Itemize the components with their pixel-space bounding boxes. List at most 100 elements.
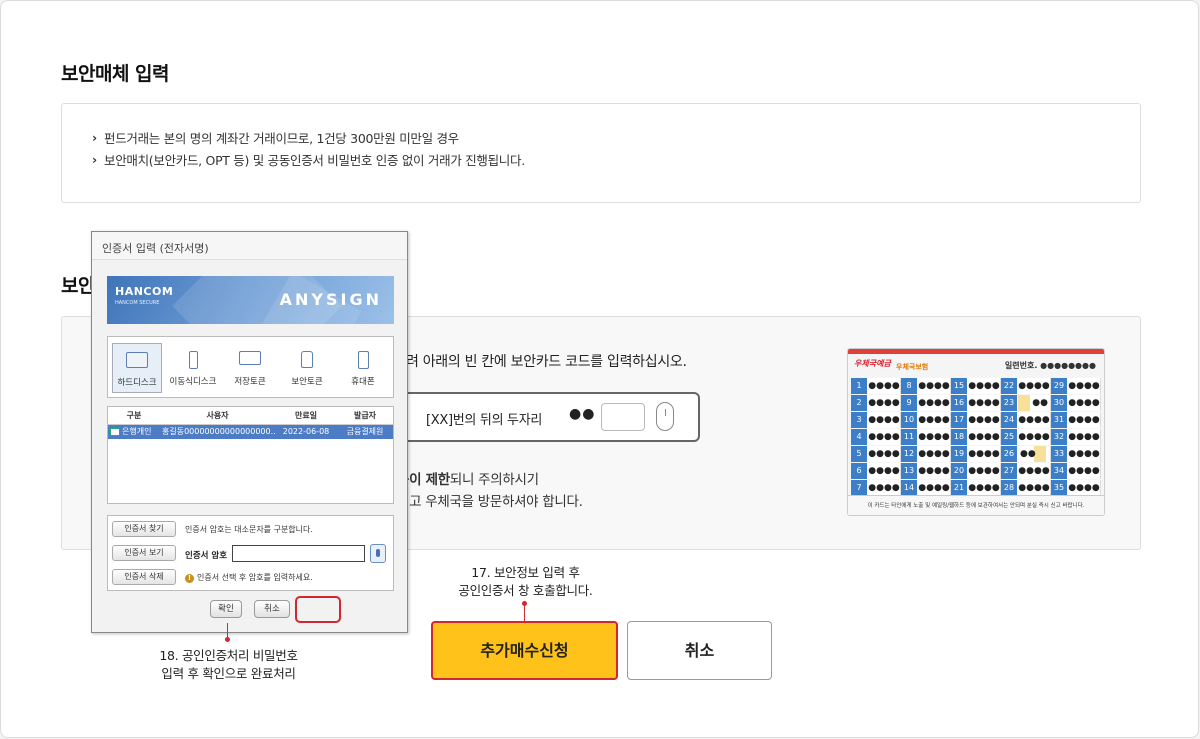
- card-cell-number: 3: [851, 412, 868, 428]
- table-row[interactable]: 은행개인 홍길동00000000000000000.. 2022-06-08 금…: [108, 424, 393, 439]
- card-cell-number: 23: [1001, 395, 1018, 411]
- card-cell: 14 ●●●●: [901, 480, 951, 496]
- certificate-actions: 인증서 찾기 인증서 암호는 대소문자를 구분합니다. 인증서 보기 인증서 암…: [107, 515, 394, 591]
- card-cell: 4 ●●●●: [851, 429, 901, 445]
- ok-highlight: [295, 596, 341, 623]
- card-cell-code: ●●●●: [968, 378, 1001, 394]
- card-cell: 33 ●●●●: [1051, 446, 1101, 462]
- token-icon: [239, 351, 261, 365]
- card-cell: 23 ●●: [1001, 395, 1051, 411]
- warning-line-1: 용이 제한되니 주의하시기: [397, 472, 539, 488]
- card-cell-code: ●●●●: [1068, 446, 1101, 462]
- security-token-icon: [301, 351, 313, 368]
- card-cell-code: ●●●●: [868, 446, 901, 462]
- card-cell: 11 ●●●●: [901, 429, 951, 445]
- card-cell-number: 14: [901, 480, 918, 496]
- card-cell-code: ●●●●: [868, 429, 901, 445]
- card-cell-code: ●●●●: [1018, 378, 1051, 394]
- card-cell: 7 ●●●●: [851, 480, 901, 496]
- certificate-list: 구분 사용자 만료일 발급자 은행개인 홍길동00000000000000000…: [107, 406, 394, 504]
- card-cell-number: 11: [901, 429, 918, 445]
- card-cell-number: 26: [1001, 446, 1018, 462]
- card-serial: 일련번호. ●●●●●●●●: [1004, 361, 1096, 370]
- card-cell-number: 34: [1051, 463, 1068, 479]
- card-cell-number: 12: [901, 446, 918, 462]
- card-cell: 5 ●●●●: [851, 446, 901, 462]
- card-cell-number: 8: [901, 378, 918, 394]
- card-cell-code: ●●●●: [868, 395, 901, 411]
- card-cell-number: 6: [851, 463, 868, 479]
- card-cell-number: 2: [851, 395, 868, 411]
- card-cell-code: ●●●●: [918, 378, 951, 394]
- certificate-icon: [110, 427, 120, 436]
- card-cell-number: 19: [951, 446, 968, 462]
- card-cell-number: 20: [951, 463, 968, 479]
- cancel-button[interactable]: 취소: [627, 621, 772, 680]
- media-hard-disk[interactable]: 하드디스크: [112, 343, 162, 393]
- hancom-logo-sub: HANCOM SECURE: [115, 300, 160, 306]
- media-storage-token[interactable]: 저장토큰: [225, 343, 275, 393]
- card-cell-number: 21: [951, 480, 968, 496]
- mouse-input-icon[interactable]: [656, 402, 674, 431]
- ok-button[interactable]: 확인: [210, 600, 242, 618]
- code-input[interactable]: [601, 403, 645, 431]
- card-cell: 24 ●●●●: [1001, 412, 1051, 428]
- card-cell-code: ●●●●: [968, 395, 1001, 411]
- delete-certificate-button[interactable]: 인증서 삭제: [112, 569, 176, 585]
- card-cell: 12 ●●●●: [901, 446, 951, 462]
- card-logo-insurance: 우체국보험: [896, 363, 929, 371]
- card-cell: 15 ●●●●: [951, 378, 1001, 394]
- card-cell-number: 31: [1051, 412, 1068, 428]
- card-cell-code: ●●●●: [1018, 429, 1051, 445]
- card-cell-code: ●●●●: [1018, 412, 1051, 428]
- card-cell-number: 9: [901, 395, 918, 411]
- card-cell-code: ●●●●: [918, 463, 951, 479]
- password-input[interactable]: [232, 545, 365, 562]
- find-certificate-button[interactable]: 인증서 찾기: [112, 521, 176, 537]
- code-masked-dots: ●●: [569, 406, 596, 422]
- mouse-keypad-icon[interactable]: [370, 544, 386, 563]
- media-removable-disk[interactable]: 이동식디스크: [168, 343, 218, 393]
- card-cell-code: ●●●●: [1068, 412, 1101, 428]
- card-instruction: 려 아래의 빈 칸에 보안카드 코드를 입력하십시오.: [406, 354, 687, 370]
- card-cell: 29 ●●●●: [1051, 378, 1101, 394]
- section-title-security-media: 보안매체 입력: [61, 63, 170, 85]
- card-cell: 32 ●●●●: [1051, 429, 1101, 445]
- card-cell-code: ●●●●: [968, 446, 1001, 462]
- card-cell-code: ●●●●: [1068, 463, 1101, 479]
- card-cell-code: ●●●●: [918, 429, 951, 445]
- col-type: 구분: [108, 407, 160, 425]
- page: 보안매체 입력 펀드거래는 본의 명의 계좌간 거래이므로, 1건당 300만원…: [0, 0, 1199, 738]
- callout-18-dot: [225, 637, 230, 642]
- card-cell: 25 ●●●●: [1001, 429, 1051, 445]
- card-cell-number: 16: [951, 395, 968, 411]
- card-cell-number: 17: [951, 412, 968, 428]
- card-cell: 28 ●●●●: [1001, 480, 1051, 496]
- card-cell-code: ●●●●: [1068, 378, 1101, 394]
- section-title-security-card: 보안: [61, 275, 95, 297]
- warning-line-2: 시고 우체국을 방문하셔야 합니다.: [397, 494, 583, 510]
- card-cell: 31 ●●●●: [1051, 412, 1101, 428]
- card-cell-number: 32: [1051, 429, 1068, 445]
- dialog-cancel-button[interactable]: 취소: [254, 600, 290, 618]
- card-cell: 3 ●●●●: [851, 412, 901, 428]
- media-phone[interactable]: 휴대폰: [338, 343, 388, 393]
- card-cell-number: 22: [1001, 378, 1018, 394]
- card-cell: 19 ●●●●: [951, 446, 1001, 462]
- view-certificate-button[interactable]: 인증서 보기: [112, 545, 176, 561]
- case-sensitive-note: 인증서 암호는 대소문자를 구분합니다.: [185, 525, 313, 534]
- card-cell-number: 18: [951, 429, 968, 445]
- code-input-row: [XX]번의 뒤의 두자리 ●●: [405, 392, 700, 442]
- notice-item: 펀드거래는 본의 명의 계좌간 거래이므로, 1건당 300만원 미만일 경우: [92, 127, 1140, 150]
- card-cell: 30 ●●●●: [1051, 395, 1101, 411]
- info-icon: !: [185, 574, 194, 583]
- col-issuer: 발급자: [337, 407, 393, 425]
- card-cell-code: ●●●●: [918, 480, 951, 496]
- storage-media-selector: 하드디스크 이동식디스크 저장토큰 보안토큰 휴대폰: [107, 336, 394, 398]
- card-cell-code: ●●●●: [968, 480, 1001, 496]
- card-cell-number: 35: [1051, 480, 1068, 496]
- media-security-token[interactable]: 보안토큰: [282, 343, 332, 393]
- additional-purchase-button[interactable]: 추가매수신청: [431, 621, 618, 680]
- certificate-dialog: 인증서 입력 (전자서명) HANCOM HANCOM SECURE ANYSI…: [91, 231, 408, 633]
- card-cell-code: ●●●●: [1068, 480, 1101, 496]
